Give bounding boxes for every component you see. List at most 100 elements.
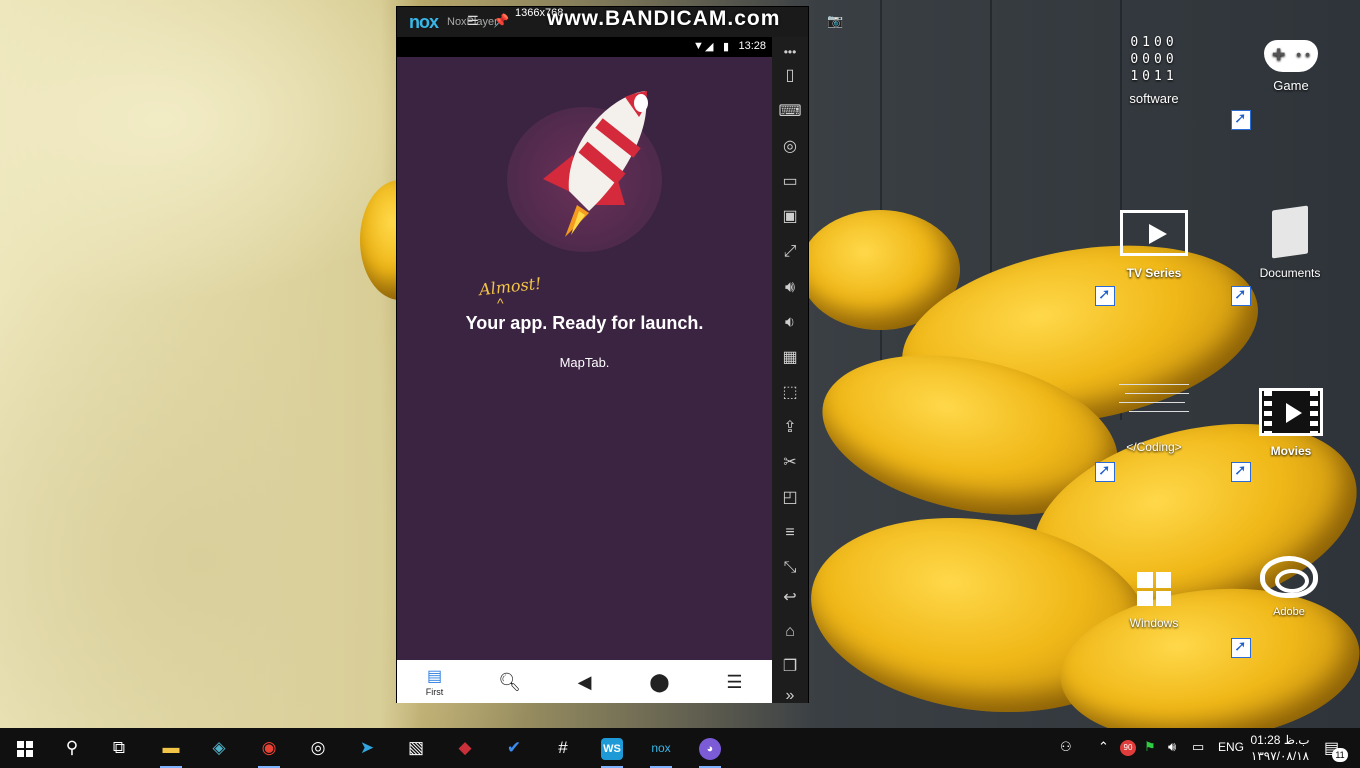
shortcut-arrow-icon [1231,285,1251,306]
desktop-icon-label: Adobe [1273,606,1305,618]
apk-install-icon[interactable]: ⇪ [772,413,808,443]
desktop-icon-label: TV Series [1126,266,1182,280]
menu-icon: ☰ [726,672,743,692]
fullscreen-icon[interactable]: ⤢ [772,237,808,267]
toolbox-icon[interactable]: ▦ [772,343,808,373]
binary-row: 0100 [1130,35,1178,50]
expand-icon[interactable]: » [772,681,808,711]
app-screen: Almost! ^ Your app. Ready for launch. Ma… [397,57,772,660]
signal-icon: ◢ [705,41,714,53]
slack-icon[interactable]: # [546,734,580,762]
shortcut-arrow-icon [1095,285,1115,306]
binary-icon: 0100 0000 1011 [1099,34,1209,85]
shortcut-arrow-icon [1231,109,1251,130]
desktop-icon-label: Windows [1129,616,1179,630]
app-icon[interactable]: ◕ [693,734,727,768]
gamepad-icon [1264,40,1318,72]
android-statusbar: ▼ ◢ ▮ 13:28 [397,37,772,57]
scissors-icon[interactable]: ✂ [772,448,808,478]
almost-label: Almost! [478,273,543,300]
desktop-icon-game[interactable]: Game [1236,40,1346,93]
windows-logo-icon [1137,572,1171,606]
shortcut-arrow-icon [1231,461,1251,482]
nav-tab-search[interactable]: 🔍︎ [472,660,547,703]
wifi-icon: ▼ [693,40,704,52]
chrome-icon[interactable]: ◉ [252,734,286,768]
music-icon[interactable]: ◎ [301,734,335,762]
tv-icon [1120,210,1188,256]
document-icon [1272,205,1308,259]
file-explorer-icon[interactable]: ▬ [154,734,188,768]
rocket-icon [543,91,648,237]
volume-up-icon[interactable]: 🔊︎ [772,273,808,303]
nox-logo: nox [409,12,439,32]
nox-icon[interactable]: nox [644,734,678,768]
bottom-navigation: ▤ First 🔍︎ ◀ ⬤ ☰ [397,660,772,703]
speaker-icon: ◀ [577,672,592,692]
nav-tab-speaker[interactable]: ◀ [547,660,622,703]
map-pin-icon: ⬤ [649,672,670,692]
recent-apps-icon[interactable]: ❐ [772,652,808,682]
desktop-icon-movies[interactable]: Movies [1236,388,1346,458]
volume-icon[interactable]: 🔊︎ [1168,739,1176,755]
nav-tab-menu[interactable]: ☰ [697,660,772,703]
nav-tab-map[interactable]: ⬤ [622,660,697,703]
chevron-up-icon[interactable]: ⌃ [1098,739,1109,755]
desktop-icon-label: Movies [1270,444,1312,458]
shortcut-arrow-icon [1095,461,1115,482]
desktop-icon-tv-series[interactable]: TV Series [1099,210,1209,280]
keyboard-icon[interactable]: ⌨ [772,97,808,127]
desktop-icon-adobe[interactable]: Adobe [1234,556,1344,618]
desktop-icon-windows[interactable]: Windows [1099,572,1209,630]
shake-icon[interactable]: ▯ [772,61,808,91]
back-icon[interactable]: ↩ [772,583,808,613]
pin-icon[interactable]: 📌 [493,13,509,29]
antivirus-icon[interactable]: 90 [1120,738,1136,756]
desktop-icon-label: software [1129,91,1179,106]
app-icon[interactable]: ◆ [448,734,482,762]
location-icon[interactable]: ◎ [772,132,808,162]
desktop-icon-label: Documents [1259,266,1321,280]
todo-icon[interactable]: ✔ [497,734,531,762]
emulator-toolbar: ••• ▯ ⌨ ◎ ▭ ▣ ⤢ 🔊︎ 🔉︎ ▦ ⬚ ⇪ ✂ ◰ ≡ ⤡ ↩ ⌂ … [772,37,808,704]
screenshot-icon[interactable]: ⬚ [772,378,808,408]
language-indicator[interactable]: ENG [1218,740,1244,754]
desktop-icon-software[interactable]: 0100 0000 1011 software [1099,34,1209,106]
display-icon[interactable]: ▭ [772,167,808,197]
app-icon[interactable]: ▧ [399,734,433,762]
start-button[interactable] [8,734,42,762]
multi-instance-icon[interactable]: ◰ [772,483,808,513]
camera-icon[interactable]: 📷 [827,13,843,29]
volume-down-icon[interactable]: 🔉︎ [772,308,808,338]
shortcut-arrow-icon [1231,637,1251,658]
clock[interactable]: 01:28 ب.ظ ۱۳۹۷/۰۸/۱۸ [1250,732,1310,764]
desktop-icon-coding[interactable]: </Coding> [1099,378,1209,454]
resize-icon[interactable]: ⤡ [772,553,808,583]
home-icon[interactable]: ⌂ [772,617,808,647]
binary-row: 0000 [1130,52,1178,67]
telegram-icon[interactable]: ➤ [350,734,384,762]
network-icon[interactable]: ▭ [1192,739,1204,755]
clock-time: 01:28 ب.ظ [1250,733,1310,747]
headline: Your app. Ready for launch. [465,313,704,333]
search-icon[interactable]: ⚲ [55,734,89,762]
desktop-icon-documents[interactable]: Documents [1235,205,1345,280]
nav-tab-first[interactable]: ▤ First [397,660,472,703]
status-clock: 13:28 [738,40,766,52]
menu-icon[interactable]: ☰ [467,13,479,29]
battery-icon: ▮ [723,41,730,53]
bandicam-watermark: www.BANDICAM.com [547,7,781,30]
webstorm-icon[interactable]: WS [595,734,629,768]
people-icon[interactable]: ⚇ [1060,739,1072,755]
chat-icon: ▤ [426,668,443,685]
task-view-icon[interactable]: ⧉ [102,734,136,762]
emulator-titlebar[interactable]: nox NoxPlayer ☰ 📌 1366x768 www.BANDICAM.… [397,7,843,37]
binary-row: 1011 [1130,69,1178,84]
caret-mark: ^ [497,295,504,311]
controller-icon[interactable]: ▣ [772,202,808,232]
flag-icon[interactable]: ⚑ [1144,739,1156,755]
windows-logo-icon [17,740,33,757]
more-menu-icon[interactable]: ≡ [772,518,808,548]
app-icon[interactable]: ◈ [202,734,236,762]
desktop-icon-label: </Coding> [1126,440,1182,454]
